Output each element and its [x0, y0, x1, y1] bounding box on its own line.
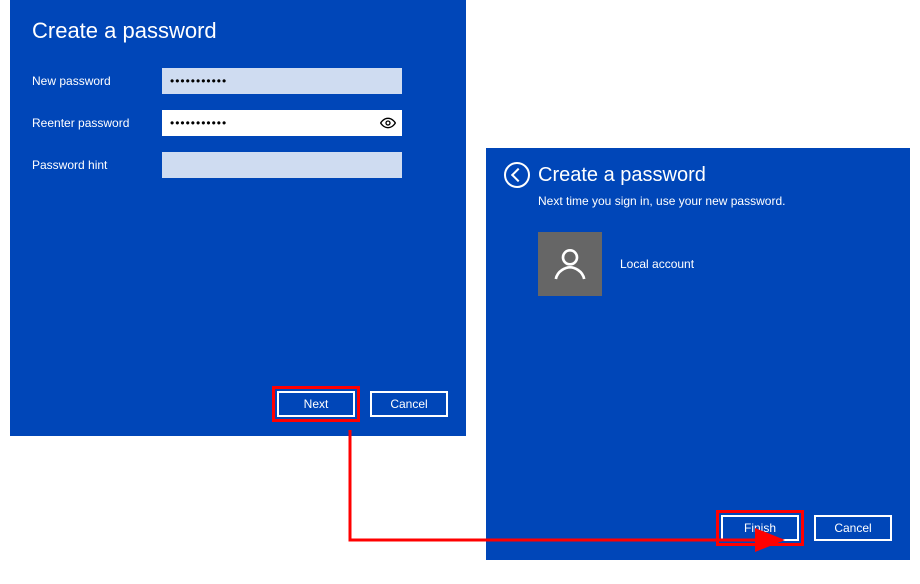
- reenter-password-row: Reenter password: [32, 110, 444, 136]
- account-summary: Local account: [538, 232, 892, 296]
- new-password-row: New password: [32, 68, 444, 94]
- back-arrow-icon: [511, 168, 525, 182]
- cancel-button[interactable]: Cancel: [814, 515, 892, 541]
- button-bar-left: Next Cancel: [272, 386, 448, 422]
- finish-button[interactable]: Finish: [721, 515, 799, 541]
- create-password-form-panel: Create a password New password Reenter p…: [10, 0, 466, 436]
- avatar: [538, 232, 602, 296]
- back-button[interactable]: [504, 162, 530, 188]
- user-icon: [550, 244, 590, 284]
- page-subtitle: Next time you sign in, use your new pass…: [538, 194, 892, 208]
- create-password-confirm-panel: Create a password Next time you sign in,…: [486, 148, 910, 560]
- next-button[interactable]: Next: [277, 391, 355, 417]
- account-name: Local account: [620, 257, 694, 271]
- password-hint-label: Password hint: [32, 158, 162, 172]
- page-title: Create a password: [538, 164, 706, 187]
- button-bar-right: Finish Cancel: [716, 510, 892, 546]
- new-password-label: New password: [32, 74, 162, 88]
- password-hint-input[interactable]: [162, 152, 402, 178]
- password-hint-row: Password hint: [32, 152, 444, 178]
- annotation-highlight-next: Next: [272, 386, 360, 422]
- cancel-button[interactable]: Cancel: [370, 391, 448, 417]
- reenter-password-input[interactable]: [162, 110, 402, 136]
- page-title: Create a password: [32, 18, 444, 44]
- reveal-password-icon[interactable]: [380, 115, 396, 131]
- new-password-input[interactable]: [162, 68, 402, 94]
- annotation-highlight-finish: Finish: [716, 510, 804, 546]
- reenter-password-label: Reenter password: [32, 116, 162, 130]
